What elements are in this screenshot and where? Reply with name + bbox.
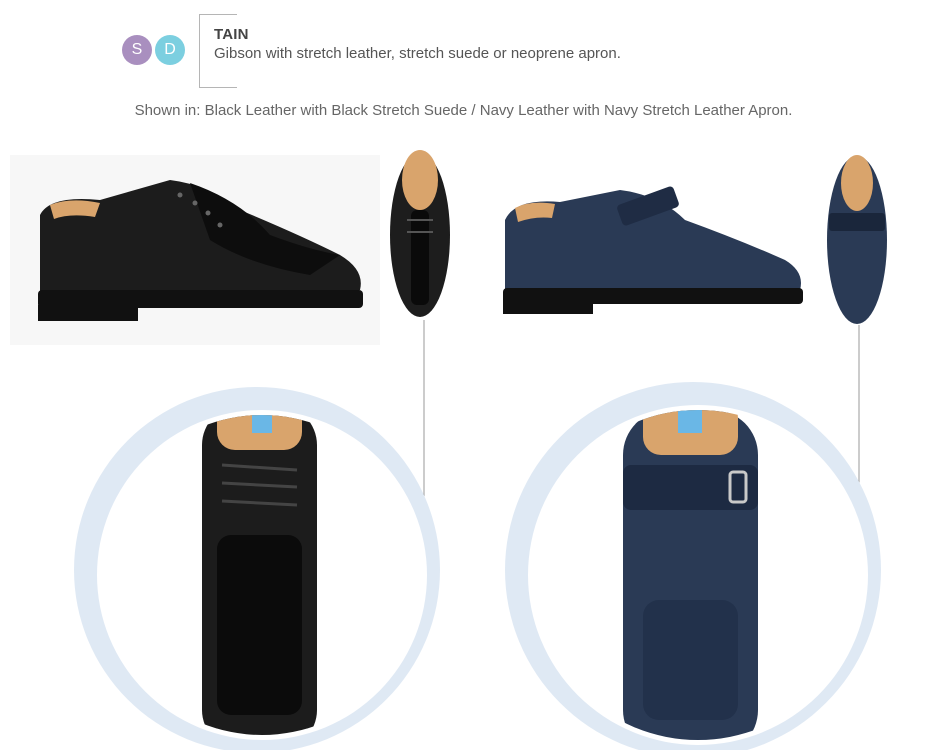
black-shoe-detail-circle — [72, 375, 442, 750]
navy-shoe-detail-circle — [498, 370, 888, 750]
